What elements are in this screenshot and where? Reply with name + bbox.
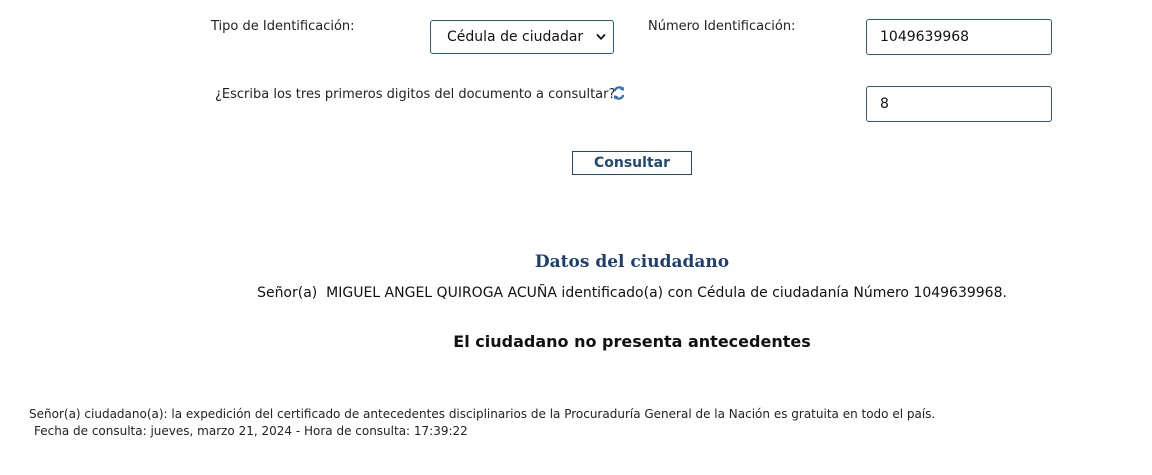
consult-button[interactable]: Consultar xyxy=(572,151,692,175)
id-number-label: Número Identificación: xyxy=(648,19,796,34)
captcha-value: 8 xyxy=(880,96,889,112)
citizen-data-title: Datos del ciudadano xyxy=(534,252,730,272)
id-type-label: Tipo de Identificación: xyxy=(211,19,355,34)
footer-note: Señor(a) ciudadano(a): la expedición del… xyxy=(29,407,936,421)
record-status-text: El ciudadano no presenta antecedentes xyxy=(453,332,811,351)
chevron-down-icon xyxy=(596,34,606,40)
consult-date-text: Fecha de consulta: jueves, marzo 21, 202… xyxy=(34,424,468,438)
id-type-select[interactable]: Cédula de ciudadar xyxy=(430,20,614,54)
captcha-input[interactable]: 8 xyxy=(866,86,1052,122)
captcha-label: ¿Escriba los tres primeros digitos del d… xyxy=(215,87,616,102)
refresh-icon[interactable] xyxy=(612,85,626,101)
id-type-selected-value: Cédula de ciudadar xyxy=(447,29,584,45)
id-number-value: 1049639968 xyxy=(880,29,970,45)
citizen-info-text: Señor(a) MIGUEL ANGEL QUIROGA ACUÑA iden… xyxy=(257,285,1007,301)
id-number-input[interactable]: 1049639968 xyxy=(866,19,1052,55)
